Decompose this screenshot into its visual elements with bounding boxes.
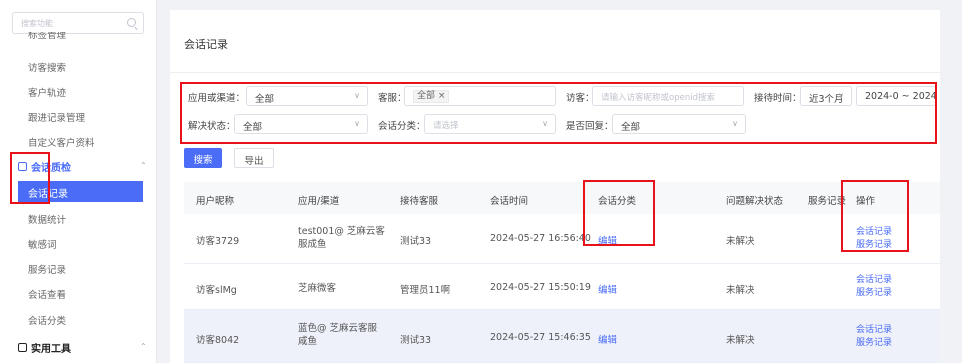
- edit-category-link[interactable]: 编辑: [598, 332, 617, 346]
- sidebar: 搜索功能 标签管理 访客搜索 客户轨迹 跟进记录管理 自定义客户资料 会话质检 …: [0, 0, 157, 363]
- sidebar-group-quality-label: 会话质检: [31, 163, 71, 174]
- visitor-input[interactable]: 请输入访客昵称或openid搜索: [592, 86, 744, 106]
- sidebar-item-customer-track[interactable]: 客户轨迹: [28, 85, 66, 99]
- tools-icon: [18, 343, 27, 352]
- service-record-link[interactable]: 服务记录: [856, 239, 892, 252]
- cell-time: 2024-05-27 15:50:19: [490, 282, 591, 293]
- edit-category-link[interactable]: 编辑: [598, 282, 617, 296]
- agent-tag[interactable]: 全部 ×: [413, 90, 450, 103]
- session-record-link[interactable]: 会话记录: [856, 226, 892, 239]
- reply-label: 是否回复：: [566, 121, 614, 132]
- cell-status: 未解决: [726, 236, 755, 247]
- cell-channel: 蓝色@ 芝麻云客服咸鱼: [298, 323, 378, 347]
- category-select[interactable]: 请选择 ∨: [424, 114, 556, 134]
- sidebar-item-session-records[interactable]: 会话记录: [18, 181, 143, 202]
- sidebar-item-custom-profile[interactable]: 自定义客户资料: [28, 135, 95, 149]
- col-ops: 操作: [856, 196, 876, 207]
- channel-label: 应用或渠道：: [188, 93, 246, 104]
- row-actions: 会话记录 服务记录: [856, 274, 892, 300]
- col-service: 服务记录: [808, 196, 846, 207]
- col-nickname: 用户昵称: [196, 196, 235, 207]
- sidebar-item-clipped[interactable]: 标签管理: [28, 32, 128, 42]
- row-actions: 会话记录 服务记录: [856, 226, 892, 252]
- chevron-down-icon: ∨: [354, 91, 360, 100]
- divider: [170, 72, 940, 73]
- time-range-picker[interactable]: 2024-0 ~ 2024-0: [856, 86, 936, 106]
- quality-icon: [18, 162, 27, 171]
- sidebar-group-tools[interactable]: 实用工具: [18, 340, 71, 355]
- cell-agent: 测试33: [400, 335, 432, 346]
- table-header: 用户昵称 应用/渠道 接待客服 会话时间 会话分类 问题解决状态 服务记录 操作: [184, 182, 940, 214]
- search-button[interactable]: 搜索: [184, 148, 222, 168]
- cell-agent: 测试33: [400, 236, 432, 247]
- sidebar-group-tools-label: 实用工具: [31, 344, 71, 355]
- row-actions: 会话记录 服务记录: [856, 324, 892, 350]
- sidebar-item-sensitive-words[interactable]: 敏感词: [28, 237, 57, 251]
- cell-agent: 管理员11啊: [400, 285, 451, 296]
- resolve-label: 解决状态：: [188, 121, 236, 132]
- sidebar-item-service-records[interactable]: 服务记录: [28, 262, 66, 276]
- chevron-down-icon: ∨: [732, 119, 738, 128]
- export-button[interactable]: 导出: [234, 148, 274, 168]
- cell-channel: test001@ 芝麻云客服成鱼: [298, 226, 385, 250]
- col-time: 会话时间: [490, 196, 529, 207]
- sidebar-item-followup[interactable]: 跟进记录管理: [28, 110, 85, 124]
- session-record-link[interactable]: 会话记录: [856, 274, 892, 287]
- sidebar-group-quality[interactable]: 会话质检: [18, 159, 71, 174]
- main-panel: 会话记录 应用或渠道： 全部 ∨ 客服： 全部 × 访客： 请输入访客昵称或ope…: [170, 10, 940, 363]
- channel-select[interactable]: 全部 ∨: [246, 86, 368, 106]
- sidebar-item-session-view[interactable]: 会话查看: [28, 287, 66, 301]
- cell-status: 未解决: [726, 335, 755, 346]
- sidebar-search-placeholder: 搜索功能: [21, 19, 53, 28]
- service-record-link[interactable]: 服务记录: [856, 287, 892, 300]
- table-row: 访客8042 蓝色@ 芝麻云客服咸鱼 测试33 2024-05-27 15:46…: [184, 310, 940, 363]
- col-category: 会话分类: [598, 196, 637, 207]
- chevron-down-icon: ∨: [354, 119, 360, 128]
- service-record-link[interactable]: 服务记录: [856, 337, 892, 350]
- table-row: 访客3729 test001@ 芝麻云客服成鱼 测试33 2024-05-27 …: [184, 214, 940, 264]
- agent-select[interactable]: 全部 ×: [404, 86, 556, 106]
- chevron-up-icon[interactable]: ⌃: [140, 342, 147, 351]
- page-title: 会话记录: [184, 38, 228, 51]
- agent-label: 客服：: [378, 93, 407, 104]
- sidebar-item-session-category[interactable]: 会话分类: [28, 313, 66, 327]
- col-agent: 接待客服: [400, 196, 439, 207]
- chevron-up-icon[interactable]: ⌃: [140, 161, 147, 170]
- cell-nickname: 访客3729: [196, 236, 240, 247]
- chevron-down-icon: ∨: [542, 119, 548, 128]
- table-row: 访客slMg 芝麻微客 管理员11啊 2024-05-27 15:50:19 编…: [184, 264, 940, 310]
- edit-category-link[interactable]: 编辑: [598, 233, 617, 247]
- cell-channel: 芝麻微客: [298, 283, 337, 294]
- cell-time: 2024-05-27 15:46:35: [490, 332, 591, 343]
- time-preset-select[interactable]: 近3个月 ∨: [800, 86, 852, 106]
- resolve-select[interactable]: 全部 ∨: [234, 114, 368, 134]
- reply-select[interactable]: 全部 ∨: [612, 114, 746, 134]
- col-channel: 应用/渠道: [298, 196, 340, 207]
- cell-nickname: 访客slMg: [196, 285, 237, 296]
- chevron-down-icon: ∨: [838, 91, 844, 100]
- category-label: 会话分类：: [378, 121, 426, 132]
- visitor-label: 访客：: [566, 93, 595, 104]
- sidebar-search-input[interactable]: 搜索功能: [12, 12, 144, 34]
- time-label: 接待时间：: [754, 93, 802, 104]
- sidebar-item-stats[interactable]: 数据统计: [28, 212, 66, 226]
- session-record-link[interactable]: 会话记录: [856, 324, 892, 337]
- search-icon: [127, 18, 136, 27]
- cell-status: 未解决: [726, 285, 755, 296]
- cell-nickname: 访客8042: [196, 335, 240, 346]
- sidebar-item-visitor-search[interactable]: 访客搜索: [28, 60, 66, 74]
- col-status: 问题解决状态: [726, 196, 784, 207]
- cell-time: 2024-05-27 16:56:40: [490, 233, 591, 244]
